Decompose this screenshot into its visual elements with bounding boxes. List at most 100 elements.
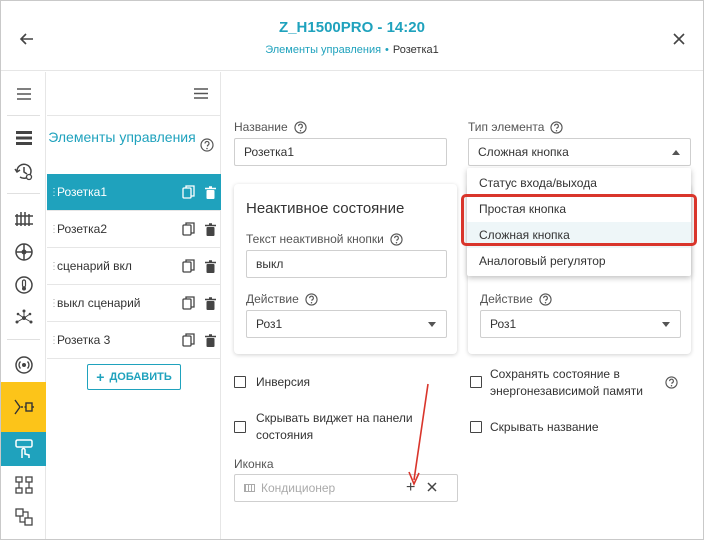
rail-item-heating[interactable] [1,202,46,236]
copy-button[interactable] [177,259,199,273]
history-settings-icon [13,163,32,181]
caret-down-icon [662,322,670,327]
help-circle-icon[interactable] [550,120,564,134]
annotation-arrow [408,383,429,487]
copy-icon [181,333,195,347]
list-item-label: Розетка2 [57,222,108,236]
network-icon [15,309,32,324]
list-item-label: выкл сценарий [57,296,141,310]
delete-button[interactable] [199,333,221,347]
rail-item-sensors[interactable] [1,268,46,302]
inversion-checkbox[interactable] [234,376,246,388]
radiator-icon [14,212,33,226]
elements-list-panel: Элементы управления ⋮ Розетка1 ⋮ Розетка… [47,72,221,539]
inactive-state-title: Неактивное состояние [246,200,405,217]
drag-handle-icon[interactable]: ⋮ [47,187,59,198]
active-action-label: Действие [480,292,552,306]
dropdown-option[interactable]: Аналоговый регулятор [467,248,691,274]
dropdown-option[interactable]: Статус входа/выхода [467,170,691,196]
list-item[interactable]: ⋮ выкл сценарий [47,285,221,322]
rail-item-scenarios[interactable] [1,500,46,534]
element-type-select[interactable]: Сложная кнопка [468,138,691,166]
rail-item-controls[interactable] [1,432,46,466]
radio-signal-icon [14,356,33,374]
drag-handle-icon[interactable]: ⋮ [47,298,59,309]
plus-icon: + [96,369,105,385]
caret-down-icon [428,322,436,327]
help-circle-icon [200,138,214,152]
save-state-label: Сохранять состояние в энергонезависимой … [490,367,643,398]
inactive-action-label-text: Действие [246,292,299,306]
list-item[interactable]: ⋮ Розетка2 [47,211,221,248]
drag-handle-icon[interactable]: ⋮ [47,224,59,235]
rail-divider [7,193,40,194]
delete-button[interactable] [199,296,221,310]
rail-item-network[interactable] [1,301,46,335]
rail-item-radio[interactable] [1,348,46,382]
copy-button[interactable] [177,296,199,310]
inactive-text-input[interactable]: выкл [246,250,447,278]
copy-icon [181,296,195,310]
breadcrumb-link[interactable]: Элементы управления [265,44,381,56]
delete-button[interactable] [199,185,221,199]
save-state-help[interactable] [665,376,678,394]
help-circle-icon[interactable] [390,232,403,246]
copy-icon [181,259,195,273]
header: Z_H1500PRO - 14:20 Элементы управления • Р… [1,1,703,71]
inactive-action-label: Действие [246,292,318,306]
inactive-action-select[interactable]: Роз1 [246,310,447,338]
list-menu-button[interactable] [194,86,208,104]
breadcrumb: Элементы управления • Розетка1 [1,44,703,56]
server-list-icon [15,131,32,145]
inactive-state-card: Неактивное состояние Текст неактивной кн… [234,184,457,354]
active-action-value: Роз1 [490,317,517,331]
icon-input-placeholder: Кондиционер [261,481,336,495]
copy-button[interactable] [177,222,199,236]
hamburger-icon [194,88,208,99]
hide-name-label: Скрывать название [490,420,599,434]
rail-divider [7,115,40,116]
icon-field-label: Иконка [234,457,274,471]
delete-button[interactable] [199,222,221,236]
rail-item-logic[interactable] [1,468,46,502]
rail-item-history[interactable] [1,155,46,189]
list-item[interactable]: ⋮ Розетка 3 [47,322,221,359]
trash-icon [204,185,216,199]
list-item-label: Розетка 3 [57,333,111,347]
add-element-button[interactable]: + ДОБАВИТЬ [87,364,181,390]
breadcrumb-current: Розетка1 [392,44,439,56]
element-settings-form: Название Розетка1 Тип элемента Сложная к… [222,72,703,539]
active-action-label-text: Действие [480,292,533,306]
close-icon [673,33,685,45]
help-circle-icon[interactable] [305,292,318,306]
rail-divider [7,339,40,340]
list-item[interactable]: ⋮ сценарий вкл [47,248,221,285]
list-item[interactable]: ⋮ Розетка1 [47,174,221,211]
copy-icon [181,185,195,199]
add-button-label: ДОБАВИТЬ [109,371,172,383]
touch-control-icon [14,439,33,458]
logic-blocks-icon [14,476,33,494]
copy-button[interactable] [177,333,199,347]
help-circle-icon[interactable] [539,292,552,306]
rail-item-outputs[interactable] [1,382,46,432]
name-input[interactable]: Розетка1 [234,138,447,166]
hide-name-checkbox[interactable] [470,421,482,433]
help-circle-icon [665,376,678,389]
active-action-select[interactable]: Роз1 [480,310,681,338]
rail-item-climate[interactable] [1,235,46,269]
close-button[interactable] [669,29,689,49]
delete-button[interactable] [199,259,221,273]
name-label-text: Название [234,120,288,134]
rail-menu-button[interactable] [1,77,46,111]
drag-handle-icon[interactable]: ⋮ [47,261,59,272]
inactive-text-label-text: Текст неактивной кнопки [246,232,384,246]
help-button[interactable] [200,138,214,157]
rail-item-server[interactable] [1,121,46,155]
scenario-flow-icon [14,508,33,526]
copy-button[interactable] [177,185,199,199]
save-state-checkbox[interactable] [470,376,482,388]
help-circle-icon[interactable] [293,120,307,134]
hide-widget-checkbox[interactable] [234,421,246,433]
drag-handle-icon[interactable]: ⋮ [47,335,59,346]
